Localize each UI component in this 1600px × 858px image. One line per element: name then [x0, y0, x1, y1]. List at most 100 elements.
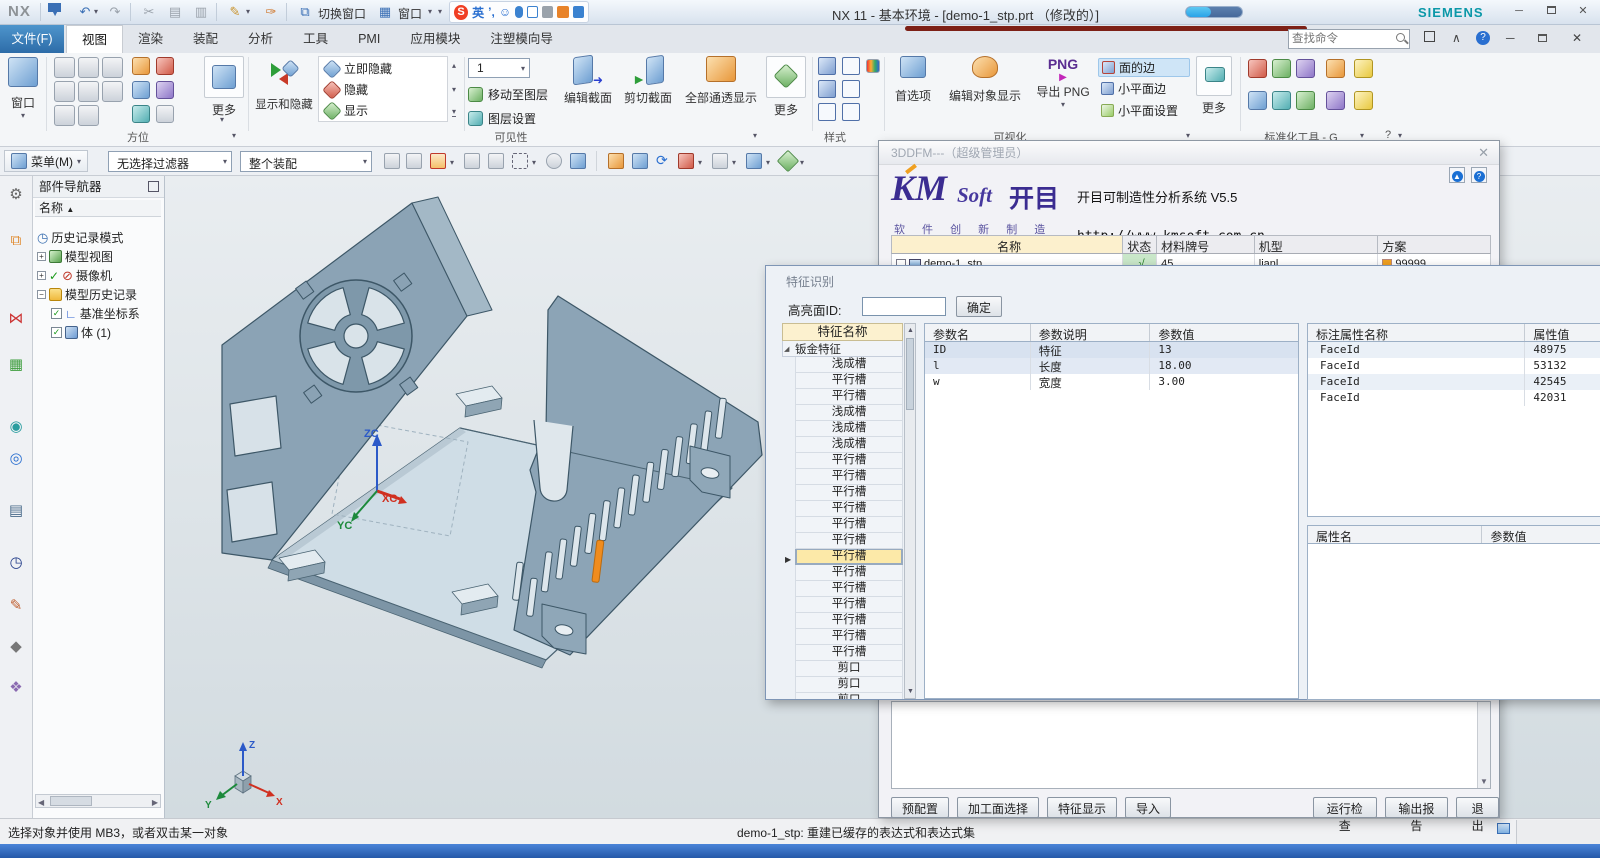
- hidden-edges-style-icon[interactable]: [842, 80, 860, 98]
- roles-icon[interactable]: ✎: [7, 597, 25, 615]
- format-painter-dropdown-icon[interactable]: ▾: [244, 3, 252, 21]
- assembly-select-icon[interactable]: [384, 153, 400, 169]
- document-close-icon[interactable]: ✕: [1572, 31, 1582, 45]
- pan-view-icon[interactable]: [632, 153, 648, 169]
- ime-language-toggle[interactable]: 英: [472, 4, 484, 21]
- ime-punctuation-icon[interactable]: ’,: [488, 5, 495, 19]
- zoom-window-icon[interactable]: [608, 153, 624, 169]
- feature-tree-item[interactable]: ▶平行槽: [795, 517, 903, 533]
- view-orient-icon-8[interactable]: [78, 105, 99, 126]
- std-package-icon[interactable]: [1296, 91, 1315, 110]
- sheet-icon[interactable]: [156, 105, 174, 123]
- expand-gallery-icon[interactable]: ▾: [452, 107, 456, 117]
- copy-icon[interactable]: ▤: [166, 3, 184, 21]
- snap-ball-icon[interactable]: [406, 153, 422, 169]
- dfm-close-icon[interactable]: ✕: [1478, 145, 1489, 161]
- checkbox-checked-icon[interactable]: ✓: [51, 308, 62, 319]
- showhide-dropdown-icon[interactable]: ▾: [800, 158, 804, 167]
- parameter-row[interactable]: ID 特征 13: [925, 342, 1298, 358]
- group-overflow-icon[interactable]: ▾: [1398, 131, 1402, 140]
- tab-file[interactable]: 文件(F): [0, 25, 64, 53]
- feature-tree-item[interactable]: ▶平行槽: [795, 453, 903, 469]
- facet-style-icon[interactable]: [842, 103, 860, 121]
- facet-edges-button[interactable]: 小平面边: [1098, 80, 1190, 97]
- expand-icon[interactable]: +: [37, 252, 46, 261]
- feature-tree-scrollbar[interactable]: ▲ ▼: [904, 323, 916, 699]
- dfm-action-button[interactable]: 预配置: [891, 797, 949, 818]
- view-orient-icon-6[interactable]: [102, 81, 123, 102]
- zoom-box-icon[interactable]: [132, 57, 150, 75]
- constraint-navigator-icon[interactable]: ⋈: [7, 310, 25, 328]
- feature-tree-header[interactable]: 特征名称: [782, 323, 903, 341]
- feature-tree-item[interactable]: ▶浅成槽: [795, 357, 903, 373]
- fit-dropdown-icon[interactable]: ▾: [698, 158, 702, 167]
- feature-tree-item[interactable]: ▶平行槽: [795, 549, 903, 565]
- col-name[interactable]: 名称: [892, 236, 1123, 253]
- undo-dropdown-icon[interactable]: ▾: [92, 3, 100, 21]
- skin-icon[interactable]: [557, 6, 568, 18]
- dfm-action-button[interactable]: 退出: [1456, 797, 1499, 818]
- cube-dropdown-icon[interactable]: ▾: [766, 158, 770, 167]
- ribbon-tab[interactable]: 工具: [288, 25, 343, 53]
- fit-window-icon[interactable]: [678, 153, 694, 169]
- document-restore-icon[interactable]: [1538, 31, 1547, 45]
- resource-settings-gear-icon[interactable]: ⚙: [7, 186, 25, 204]
- ime-toolbar[interactable]: S 英 ’, ☺: [449, 1, 589, 23]
- feature-tree-item[interactable]: ▶平行槽: [795, 597, 903, 613]
- menu-button[interactable]: 菜单(M)▾: [4, 150, 88, 172]
- assembly-navigator-icon[interactable]: ⧉: [7, 232, 25, 250]
- feature-tree-item[interactable]: ▶平行槽: [795, 389, 903, 405]
- visualization-more-button[interactable]: [1196, 56, 1232, 96]
- tree-item-model-views[interactable]: + 模型视图: [37, 247, 163, 266]
- visibility-more-button[interactable]: [766, 56, 806, 98]
- keyboard-icon[interactable]: [527, 6, 538, 18]
- std-blocks-icon-1[interactable]: [1354, 59, 1373, 78]
- dfm-action-button[interactable]: 加工面选择: [957, 797, 1039, 818]
- col-attr2-name[interactable]: 属性名: [1308, 526, 1482, 543]
- dfm-action-button[interactable]: 特征显示: [1047, 797, 1117, 818]
- qat-overflow-icon[interactable]: ▾: [436, 3, 444, 21]
- col-attr-name[interactable]: 标注属性名称: [1308, 324, 1525, 341]
- std-clean-icon[interactable]: [1272, 91, 1291, 110]
- solid-select-icon[interactable]: [570, 153, 586, 169]
- search-icon[interactable]: [1396, 33, 1405, 42]
- feature-tree-item[interactable]: ▶平行槽: [795, 373, 903, 389]
- window-menu-button[interactable]: 窗口: [398, 5, 422, 22]
- collapse-icon[interactable]: −: [37, 290, 46, 299]
- feature-tree-item[interactable]: ▶平行槽: [795, 501, 903, 517]
- checkbox-checked-icon[interactable]: ✓: [51, 327, 62, 338]
- std-screen-icon[interactable]: [1326, 91, 1345, 110]
- part-navigator-icon[interactable]: ▦: [7, 356, 25, 374]
- rect-cutout-1[interactable]: [230, 396, 281, 456]
- process-studio-icon[interactable]: ◷: [7, 554, 25, 572]
- rotate-icon[interactable]: [132, 105, 150, 123]
- col-material[interactable]: 材料牌号: [1157, 236, 1255, 253]
- switch-window-button[interactable]: 切换窗口: [318, 5, 366, 22]
- status-window-icon[interactable]: [1497, 823, 1510, 834]
- fit-view-icon[interactable]: [156, 57, 174, 75]
- cut-icon[interactable]: ✂: [140, 3, 158, 21]
- feature-dialog-title[interactable]: 特征识别: [786, 273, 834, 290]
- navigator-hscrollbar[interactable]: ◀ ▶: [35, 794, 161, 808]
- paste-icon[interactable]: ▥: [192, 3, 210, 21]
- ribbon-tab[interactable]: 装配: [178, 25, 233, 53]
- col-param-name[interactable]: 参数名: [925, 324, 1031, 341]
- std-layers-icon[interactable]: [1272, 59, 1291, 78]
- shaded-style-icon[interactable]: [818, 80, 836, 98]
- scroll-thumb[interactable]: [906, 338, 914, 410]
- view-orient-icon-2[interactable]: [78, 57, 99, 78]
- emoji-icon[interactable]: ☺: [499, 5, 511, 19]
- u-notch-cutout[interactable]: [534, 420, 573, 501]
- col-param-desc[interactable]: 参数说明: [1031, 324, 1151, 341]
- tree-item-body[interactable]: ✓ 体 (1): [37, 323, 163, 342]
- feature-tree-item[interactable]: ▶平行槽: [795, 629, 903, 645]
- ribbon-tab[interactable]: 应用模块: [395, 25, 475, 53]
- view-orient-icon-5[interactable]: [78, 81, 99, 102]
- clam-dropdown-icon[interactable]: ▾: [732, 158, 736, 167]
- windows-taskbar-edge[interactable]: [0, 844, 1600, 858]
- pan-icon[interactable]: [132, 81, 150, 99]
- expand-icon[interactable]: +: [37, 271, 46, 280]
- view-orient-icon-3[interactable]: [102, 57, 123, 78]
- system-materials-icon[interactable]: ◆: [7, 638, 25, 656]
- feature-tree-item[interactable]: ▶浅成槽: [795, 405, 903, 421]
